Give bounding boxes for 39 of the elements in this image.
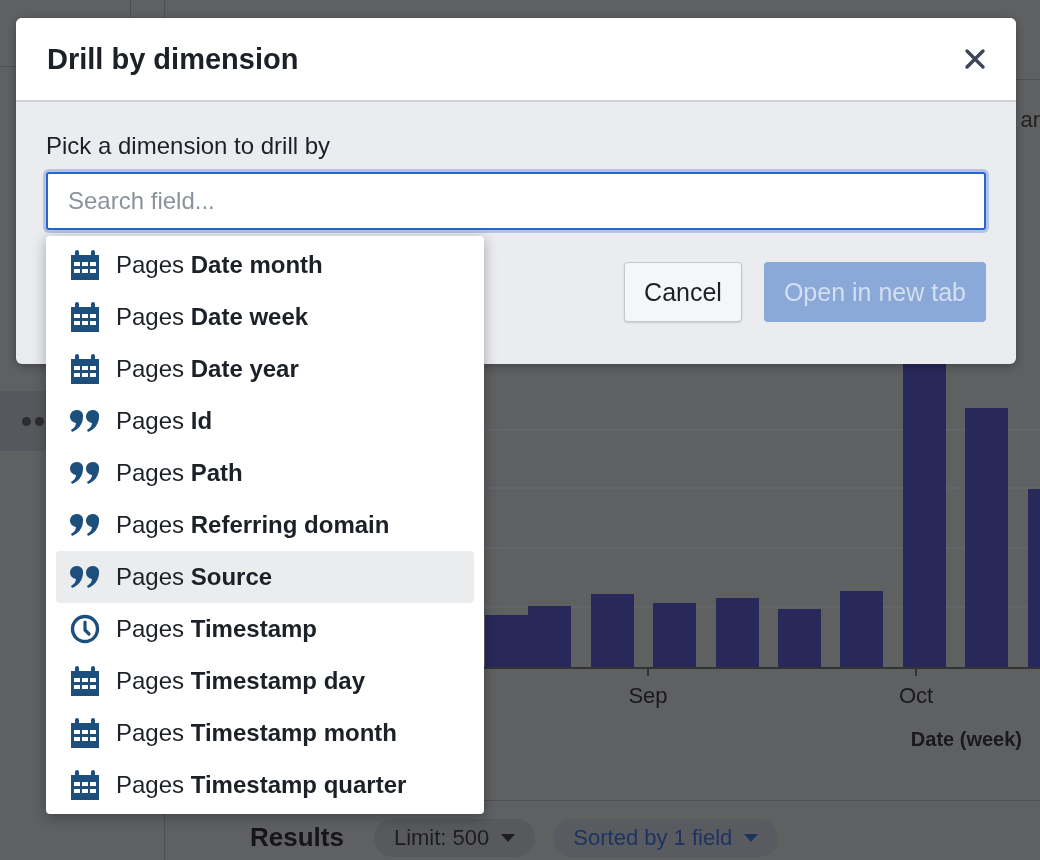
calendar-icon bbox=[70, 666, 100, 696]
calendar-icon bbox=[70, 302, 100, 332]
dimension-option[interactable]: Pages Timestamp bbox=[56, 603, 474, 655]
quote-icon bbox=[70, 565, 100, 589]
calendar-icon bbox=[70, 250, 100, 280]
header-text: ar bbox=[1020, 107, 1040, 133]
dialog-title: Drill by dimension bbox=[47, 42, 299, 76]
caret-icon bbox=[501, 833, 516, 842]
results-heading: Results bbox=[250, 822, 344, 853]
dimension-option[interactable]: Pages Source bbox=[56, 551, 474, 603]
dimension-option[interactable]: Pages Date week bbox=[56, 291, 474, 343]
quote-icon bbox=[70, 513, 100, 537]
chart-bar bbox=[528, 606, 571, 668]
calendar-icon bbox=[70, 354, 100, 384]
search-field[interactable]: Search field... bbox=[46, 172, 986, 230]
field-label: Pick a dimension to drill by bbox=[46, 132, 332, 160]
axis-label: Sep bbox=[628, 683, 668, 709]
quote-icon bbox=[70, 409, 100, 433]
calendar-icon bbox=[70, 718, 100, 748]
chart-bar bbox=[716, 598, 759, 668]
dimension-option[interactable]: Pages Date year bbox=[56, 343, 474, 395]
axis-title: Date (week) bbox=[910, 728, 1022, 751]
clock-icon bbox=[70, 614, 100, 644]
calendar-icon bbox=[70, 770, 100, 800]
axis-label: Oct bbox=[897, 683, 935, 709]
dimension-option[interactable]: Pages Timestamp quarter bbox=[56, 759, 474, 811]
dialog-button[interactable]: Cancel bbox=[624, 262, 742, 322]
chart-bar bbox=[653, 603, 696, 668]
chart-bar bbox=[485, 615, 528, 668]
caret-icon bbox=[744, 833, 759, 842]
dimension-option[interactable]: Pages Id bbox=[56, 395, 474, 447]
dimension-option[interactable]: Pages Timestamp day bbox=[56, 655, 474, 707]
dimension-option[interactable]: Pages Path bbox=[56, 447, 474, 499]
quote-icon bbox=[70, 461, 100, 485]
dimension-option[interactable]: Pages Date month bbox=[56, 239, 474, 291]
close-icon[interactable] bbox=[964, 48, 986, 70]
dimension-option[interactable]: Pages Referring domain bbox=[56, 499, 474, 551]
dimension-option[interactable]: Pages Timestamp month bbox=[56, 707, 474, 759]
chart-bar bbox=[778, 609, 821, 668]
